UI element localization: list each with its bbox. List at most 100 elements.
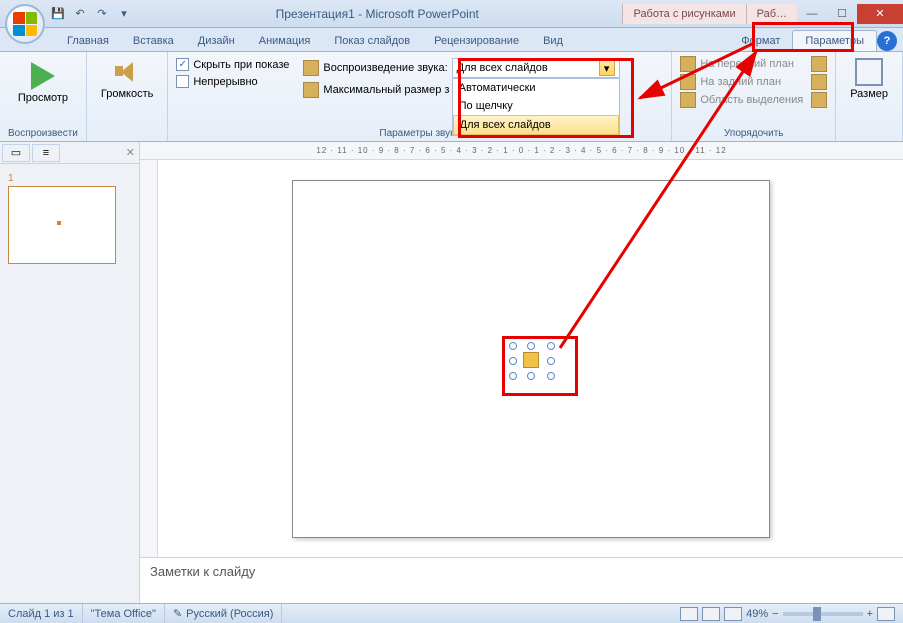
tab-animation[interactable]: Анимация <box>247 31 323 51</box>
rotate-icon <box>811 92 827 108</box>
bring-front-button[interactable]: На передний план <box>680 56 803 72</box>
align-icon <box>811 56 827 72</box>
ribbon-tabs: Главная Вставка Дизайн Анимация Показ сл… <box>0 28 903 52</box>
send-back-button[interactable]: На задний план <box>680 74 803 90</box>
chevron-down-icon[interactable]: ▾ <box>599 60 615 76</box>
contextual-tab-group: Работа с рисунками Раб… <box>622 4 797 24</box>
zoom-in-button[interactable]: + <box>867 608 873 620</box>
loop-checkbox-row[interactable]: Непрерывно <box>176 73 289 90</box>
audio-object[interactable] <box>513 346 551 376</box>
tab-slideshow[interactable]: Показ слайдов <box>322 31 422 51</box>
loop-label: Непрерывно <box>193 76 257 88</box>
speaker-icon <box>113 58 141 86</box>
bring-front-icon <box>680 56 696 72</box>
hide-checkbox-row[interactable]: ✓ Скрыть при показе <box>176 56 289 73</box>
hide-label: Скрыть при показе <box>193 59 289 71</box>
size-button[interactable]: Размер <box>844 56 894 102</box>
volume-button[interactable]: Громкость <box>95 56 159 102</box>
slide-thumbnail[interactable] <box>8 186 116 264</box>
main-area: 12 · 11 · 10 · 9 · 8 · 7 · 6 · 5 · 4 · 3… <box>140 142 903 603</box>
outline-tab[interactable]: ≡ <box>32 144 60 162</box>
tab-insert[interactable]: Вставка <box>121 31 186 51</box>
status-slide: Слайд 1 из 1 <box>0 604 83 623</box>
tab-home[interactable]: Главная <box>55 31 121 51</box>
context-tab-truncated[interactable]: Раб… <box>746 4 797 24</box>
zoom-percent: 49% <box>746 608 768 620</box>
status-language-label: Русский (Россия) <box>186 608 273 620</box>
slide[interactable] <box>292 180 770 538</box>
send-back-icon <box>680 74 696 90</box>
dropdown-option-all-slides[interactable]: Для всех слайдов <box>453 115 619 135</box>
slides-tab[interactable]: ▭ <box>2 144 30 162</box>
max-size-label: Максимальный размер з <box>323 84 449 96</box>
quick-access-toolbar: 💾 ↶ ↷ ▾ <box>50 6 132 22</box>
fit-button[interactable] <box>877 607 895 621</box>
zoom-slider[interactable] <box>783 612 863 616</box>
ribbon: Просмотр Воспроизвести Громкость ✓ Скрыт… <box>0 52 903 142</box>
titlebar: 💾 ↶ ↷ ▾ Презентация1 - Microsoft PowerPo… <box>0 0 903 28</box>
checkbox-icon[interactable] <box>176 75 189 88</box>
redo-icon[interactable]: ↷ <box>94 6 110 22</box>
preview-label: Просмотр <box>18 92 68 104</box>
selection-pane-label: Область выделения <box>700 94 803 106</box>
zoom-out-button[interactable]: − <box>772 608 778 620</box>
office-button[interactable] <box>5 4 45 44</box>
group-button[interactable] <box>811 74 827 90</box>
language-icon: ✎ <box>173 607 182 620</box>
dropdown-option-click[interactable]: По щелчку <box>453 97 619 115</box>
group-label-preview: Воспроизвести <box>8 128 78 139</box>
panel-close-icon[interactable]: ✕ <box>126 146 135 159</box>
horizontal-ruler: 12 · 11 · 10 · 9 · 8 · 7 · 6 · 5 · 4 · 3… <box>140 142 903 160</box>
thumbnail-audio-icon <box>57 221 61 225</box>
maximize-button[interactable]: ☐ <box>827 4 857 24</box>
vertical-ruler <box>140 160 158 557</box>
save-icon[interactable]: 💾 <box>50 6 66 22</box>
view-normal-button[interactable] <box>680 607 698 621</box>
checkbox-icon[interactable]: ✓ <box>176 58 189 71</box>
align-button[interactable] <box>811 56 827 72</box>
status-language[interactable]: ✎ Русский (Россия) <box>165 604 283 623</box>
tab-design[interactable]: Дизайн <box>186 31 247 51</box>
dropdown-list: Автоматически По щелчку Для всех слайдов <box>452 78 620 136</box>
group-volume: Громкость <box>87 52 168 141</box>
tab-format[interactable]: Формат <box>729 31 792 51</box>
group-icon <box>811 74 827 90</box>
status-theme: "Тема Office" <box>83 604 165 623</box>
view-sorter-button[interactable] <box>702 607 720 621</box>
window-controls: — ☐ ✕ <box>797 4 903 24</box>
group-preview: Просмотр Воспроизвести <box>0 52 87 141</box>
notes-pane[interactable]: Заметки к слайду <box>140 557 903 603</box>
thumbnail-number: 1 <box>8 173 14 184</box>
tab-view[interactable]: Вид <box>531 31 575 51</box>
close-button[interactable]: ✕ <box>857 4 903 24</box>
volume-label: Громкость <box>101 88 153 100</box>
group-label-size <box>844 128 894 139</box>
window-title: Презентация1 - Microsoft PowerPoint <box>132 7 622 21</box>
selection-pane-icon <box>680 92 696 108</box>
play-icon <box>31 62 55 90</box>
rotate-button[interactable] <box>811 92 827 108</box>
group-label-volume <box>95 128 159 139</box>
play-sound-label: Воспроизведение звука: <box>323 62 447 74</box>
group-size: Размер <box>836 52 903 141</box>
selection-pane-button[interactable]: Область выделения <box>680 92 803 108</box>
group-arrange: На передний план На задний план Область … <box>672 52 836 141</box>
size-icon <box>303 82 319 98</box>
minimize-button[interactable]: — <box>797 4 827 24</box>
help-icon[interactable]: ? <box>877 31 897 51</box>
play-sound-dropdown[interactable]: Для всех слайдов ▾ Автоматически По щелч… <box>452 58 620 78</box>
slide-canvas[interactable] <box>158 160 903 557</box>
preview-button[interactable]: Просмотр <box>8 56 78 106</box>
status-bar: Слайд 1 из 1 "Тема Office" ✎ Русский (Ро… <box>0 603 903 623</box>
context-tab-picture-tools[interactable]: Работа с рисунками <box>622 4 745 24</box>
view-slideshow-button[interactable] <box>724 607 742 621</box>
qat-more-icon[interactable]: ▾ <box>116 6 132 22</box>
dropdown-selected: Для всех слайдов <box>457 62 548 74</box>
group-sound-options: ✓ Скрыть при показе Непрерывно Воспроизв… <box>168 52 672 141</box>
tab-parameters[interactable]: Параметры <box>792 30 877 51</box>
dropdown-option-auto[interactable]: Автоматически <box>453 79 619 97</box>
undo-icon[interactable]: ↶ <box>72 6 88 22</box>
sound-icon <box>303 60 319 76</box>
bring-front-label: На передний план <box>700 58 794 70</box>
tab-review[interactable]: Рецензирование <box>422 31 531 51</box>
